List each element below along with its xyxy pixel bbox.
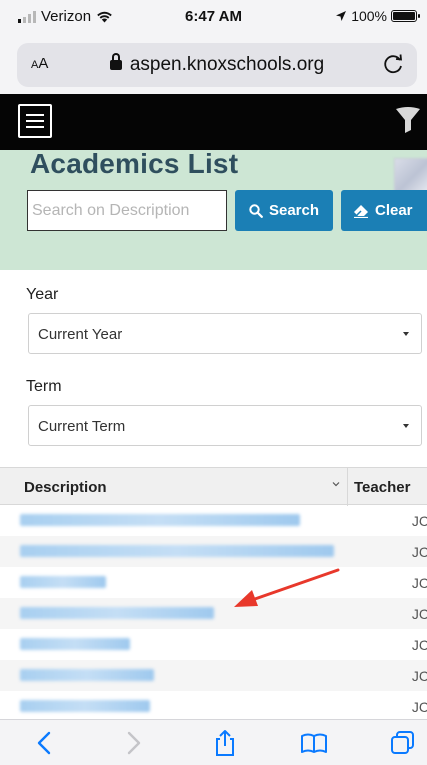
table-row[interactable]: JC xyxy=(0,660,427,691)
teacher-cell: JC xyxy=(411,513,427,529)
annotation-arrow-icon xyxy=(234,568,340,607)
blurred-description[interactable] xyxy=(20,514,300,526)
app-header xyxy=(0,94,427,150)
chevron-down-icon xyxy=(403,424,409,428)
search-icon xyxy=(249,203,263,218)
blurred-description[interactable] xyxy=(20,700,150,712)
tabs-icon[interactable] xyxy=(388,728,418,758)
reload-icon[interactable] xyxy=(381,51,407,77)
location-icon xyxy=(336,11,347,21)
table-row[interactable]: JC xyxy=(0,691,427,722)
column-divider xyxy=(347,468,348,506)
forward-icon[interactable] xyxy=(118,728,148,758)
teacher-cell: JC xyxy=(411,575,427,591)
url-text: aspen.knoxschools.org xyxy=(129,54,325,75)
table-row[interactable]: JC xyxy=(0,629,427,660)
blurred-description[interactable] xyxy=(20,607,214,619)
page-title: Academics List xyxy=(30,148,239,179)
blurred-description[interactable] xyxy=(20,669,154,681)
hamburger-menu-icon[interactable] xyxy=(18,104,52,138)
teacher-cell: JC xyxy=(411,668,427,684)
chevron-down-icon xyxy=(403,332,409,336)
search-button-label: Search xyxy=(268,202,320,219)
year-label: Year xyxy=(26,286,59,303)
teacher-cell: JC xyxy=(411,544,427,560)
teacher-cell: JC xyxy=(411,699,427,715)
year-select-value: Current Year xyxy=(38,326,123,343)
browser-address-area: AAAA aspen.knoxschools.org xyxy=(0,36,427,94)
address-bar[interactable]: AAAA aspen.knoxschools.org xyxy=(17,43,417,87)
status-bar: Verizon 6:47 AM 100% xyxy=(0,0,427,36)
lock-icon xyxy=(109,53,122,70)
battery-icon xyxy=(391,10,420,22)
term-label: Term xyxy=(26,378,62,395)
column-header-teacher[interactable]: Teacher xyxy=(354,479,410,496)
column-header-description[interactable]: Description xyxy=(24,479,107,496)
clear-button-label: Clear xyxy=(375,202,413,219)
browser-toolbar xyxy=(0,719,427,765)
clear-button[interactable]: Clear xyxy=(341,190,427,231)
blurred-description[interactable] xyxy=(20,576,106,588)
table-row[interactable]: JC xyxy=(0,598,427,629)
teacher-cell: JC xyxy=(411,637,427,653)
table-row[interactable]: JC xyxy=(0,536,427,567)
url-display[interactable]: aspen.knoxschools.org xyxy=(17,53,417,76)
share-icon[interactable] xyxy=(210,728,240,758)
bookmarks-icon[interactable] xyxy=(299,728,329,758)
table-header: Description Teacher xyxy=(0,467,427,506)
battery-group: 100% xyxy=(335,8,420,24)
table-row[interactable]: JC xyxy=(0,567,427,598)
back-icon[interactable] xyxy=(30,728,60,758)
term-select-value: Current Term xyxy=(38,418,126,435)
battery-percent: 100% xyxy=(351,8,387,24)
filter-funnel-icon[interactable] xyxy=(395,106,421,134)
blurred-thumbnail xyxy=(394,158,427,194)
teacher-cell: JC xyxy=(411,606,427,622)
sort-chevron-icon[interactable] xyxy=(332,480,340,488)
blurred-description[interactable] xyxy=(20,545,334,557)
term-select[interactable]: Current Term xyxy=(28,405,422,446)
eraser-icon xyxy=(354,204,368,218)
search-button[interactable]: Search xyxy=(235,190,333,231)
blurred-description[interactable] xyxy=(20,638,130,650)
year-select[interactable]: Current Year xyxy=(28,313,422,354)
search-input[interactable] xyxy=(27,190,227,231)
table-row[interactable]: JC xyxy=(0,505,427,536)
